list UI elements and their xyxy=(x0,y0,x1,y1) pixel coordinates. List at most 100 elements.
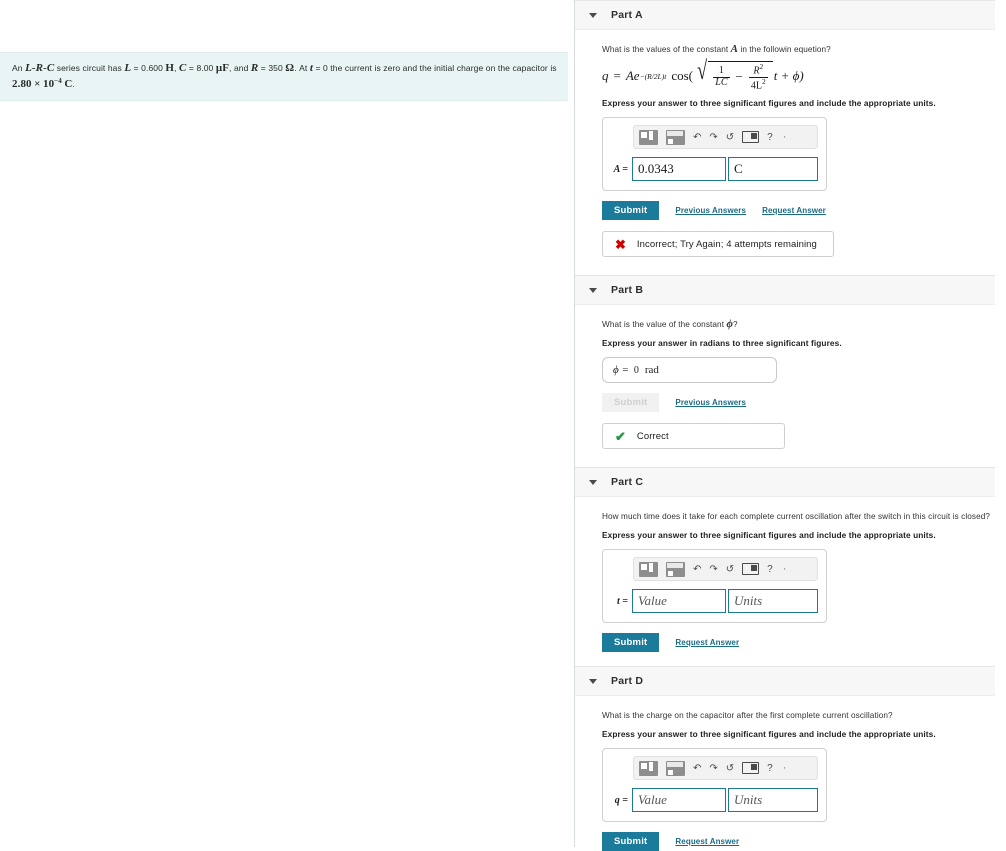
part-a-prompt: What is the values of the constant A in … xyxy=(602,43,995,56)
part-b-prompt-post: ? xyxy=(732,320,738,329)
part-c-instruction: Express your answer to three significant… xyxy=(602,530,936,540)
answer-pane: Part A What is the values of the constan… xyxy=(575,0,1006,851)
help-icon[interactable]: ? xyxy=(767,564,773,575)
eq-frac2-den-text: 4L xyxy=(750,79,762,91)
eq-amplitude: A xyxy=(625,68,634,83)
problem-pane: An L-R-C series circuit has L = 0.600 H,… xyxy=(0,0,575,847)
part-c-prompt: How much time does it take for each comp… xyxy=(602,512,991,521)
template-matrix-icon[interactable] xyxy=(666,561,685,577)
reset-icon[interactable]: ↺ xyxy=(726,132,734,143)
value-initial-charge: 2.80 xyxy=(12,77,32,90)
value-capacitance: 8.00 xyxy=(196,63,214,73)
part-d-actions: Submit Request Answer xyxy=(602,832,995,851)
eq-frac2-denominator: 4L2 xyxy=(748,76,768,92)
part-section-d: Part D What is the charge on the capacit… xyxy=(575,666,995,851)
help-icon[interactable]: ? xyxy=(767,132,773,143)
part-a-value-text: 0.0343 xyxy=(638,161,674,176)
part-d-prompt: What is the charge on the capacitor afte… xyxy=(602,711,893,720)
help-icon[interactable]: ? xyxy=(767,763,773,774)
part-c-header[interactable]: Part C xyxy=(575,467,995,497)
part-a-units-input[interactable]: C xyxy=(728,157,818,181)
part-c-units-input[interactable]: Units xyxy=(728,589,818,613)
times-symbol: × xyxy=(34,77,41,90)
part-d-body: What is the charge on the capacitor afte… xyxy=(575,696,995,851)
undo-icon[interactable]: ↶ xyxy=(693,132,701,143)
chevron-down-icon[interactable] xyxy=(589,479,597,485)
eq-sign-4: = xyxy=(312,63,323,73)
part-b-feedback-text: Correct xyxy=(636,430,669,442)
reset-icon[interactable]: ↺ xyxy=(726,763,734,774)
part-d-value-input[interactable]: Value xyxy=(632,788,726,812)
eq-fraction-1: 1 LC xyxy=(713,65,730,88)
keyboard-icon[interactable] xyxy=(742,762,760,774)
text-current-zero: the current is zero and the initial char… xyxy=(327,63,557,73)
redo-icon[interactable]: ↷ xyxy=(709,132,717,143)
eq-lhs: q xyxy=(602,68,609,83)
part-b-units-text: rad xyxy=(644,364,659,376)
template-matrix-icon[interactable] xyxy=(666,760,685,776)
chevron-down-icon[interactable] xyxy=(589,12,597,18)
part-d-header[interactable]: Part D xyxy=(575,666,995,696)
eq-sqrt-body: 1 LC − R2 4L2 xyxy=(708,60,773,92)
more-icon[interactable]: · xyxy=(783,131,787,143)
part-c-request-answer-link[interactable]: Request Answer xyxy=(675,638,739,647)
part-a-header[interactable]: Part A xyxy=(575,0,995,30)
part-a-value-input[interactable]: 0.0343 xyxy=(632,157,726,181)
part-a-previous-answers-link[interactable]: Previous Answers xyxy=(675,206,746,215)
part-c-units-placeholder: Units xyxy=(734,593,763,608)
part-b-previous-answers-link[interactable]: Previous Answers xyxy=(675,398,746,407)
more-icon[interactable]: · xyxy=(783,762,787,774)
eq-sqrt: √ 1 LC − R2 4L2 xyxy=(695,57,773,92)
part-d-units-input[interactable]: Units xyxy=(728,788,818,812)
reset-icon[interactable]: ↺ xyxy=(726,564,734,575)
template-icon[interactable] xyxy=(639,760,658,776)
part-b-header[interactable]: Part B xyxy=(575,275,995,305)
part-b-submit-button: Submit xyxy=(602,393,660,412)
part-section-b: Part B What is the value of the constant… xyxy=(575,275,995,467)
part-a-request-answer-link[interactable]: Request Answer xyxy=(762,206,826,215)
keyboard-icon[interactable] xyxy=(742,563,760,575)
undo-icon[interactable]: ↶ xyxy=(693,763,701,774)
part-a-submit-button[interactable]: Submit xyxy=(602,201,660,220)
template-icon[interactable] xyxy=(639,561,658,577)
error-x-icon: ✖ xyxy=(615,236,626,252)
keyboard-icon[interactable] xyxy=(742,131,760,143)
text-at: . At xyxy=(294,63,310,73)
part-b-feedback-correct: ✔ Correct xyxy=(602,423,785,449)
eq-sign-3: = xyxy=(258,63,269,73)
part-b-answer-field[interactable]: ϕ = 0 rad xyxy=(602,357,777,383)
chevron-down-icon[interactable] xyxy=(589,287,597,293)
part-c-body: How much time does it take for each comp… xyxy=(575,497,995,666)
page-root: An L-R-C series circuit has L = 0.600 H,… xyxy=(0,0,1006,851)
part-d-request-answer-link[interactable]: Request Answer xyxy=(675,837,739,846)
unit-microfarad: μF xyxy=(215,62,230,74)
redo-icon[interactable]: ↷ xyxy=(709,763,717,774)
part-d-submit-button[interactable]: Submit xyxy=(602,832,660,851)
part-d-title: Part D xyxy=(611,675,644,687)
part-a-feedback-text: Incorrect; Try Again; 4 attempts remaini… xyxy=(636,238,817,250)
part-b-value-text: 0 xyxy=(633,364,639,376)
part-c-variable-label: t = xyxy=(617,595,628,607)
part-a-prompt-var: A xyxy=(730,43,739,55)
part-c-submit-button[interactable]: Submit xyxy=(602,633,660,652)
part-c-value-input[interactable]: Value xyxy=(632,589,726,613)
part-a-input-row: A = 0.0343 C xyxy=(611,157,818,181)
template-matrix-icon[interactable] xyxy=(666,129,685,145)
part-b-actions: Submit Previous Answers xyxy=(602,393,995,412)
eq-frac1-denominator: LC xyxy=(713,76,730,88)
check-icon: ✔ xyxy=(615,428,626,444)
template-icon[interactable] xyxy=(639,129,658,145)
eq-equals: = xyxy=(613,68,621,83)
part-a-feedback-incorrect: ✖ Incorrect; Try Again; 4 attempts remai… xyxy=(602,231,834,257)
redo-icon[interactable]: ↷ xyxy=(709,564,717,575)
value-inductance: 0.600 xyxy=(141,63,163,73)
chevron-down-icon[interactable] xyxy=(589,678,597,684)
part-a-prompt-post: in the followin equetion? xyxy=(738,45,831,54)
text-period: . xyxy=(72,78,75,89)
eq-frac2-numerator: R2 xyxy=(751,62,765,77)
problem-statement-box: An L-R-C series circuit has L = 0.600 H,… xyxy=(0,52,568,101)
part-section-a: Part A What is the values of the constan… xyxy=(575,0,995,275)
more-icon[interactable]: · xyxy=(783,563,787,575)
undo-icon[interactable]: ↶ xyxy=(693,564,701,575)
text-series: series circuit has xyxy=(54,63,125,73)
